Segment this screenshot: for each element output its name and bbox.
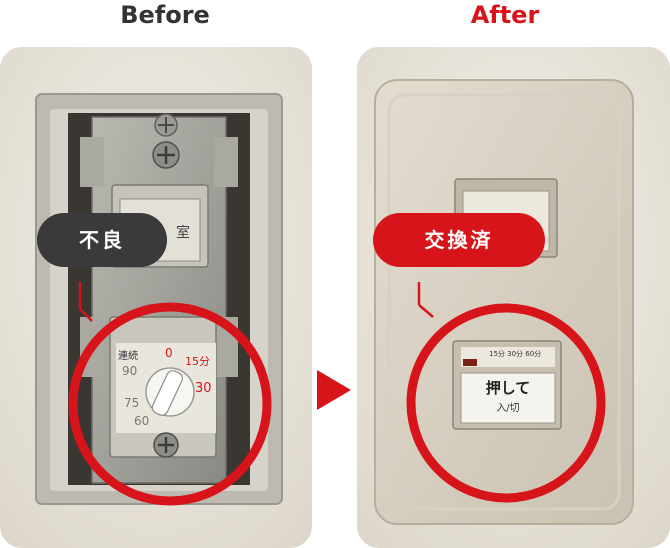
right-arrow-icon <box>317 370 351 410</box>
timer-label-renzoku: 連続 <box>118 349 138 362</box>
after-button-main-label: 押して <box>486 379 531 397</box>
before-switch-character: 室 <box>176 224 190 241</box>
before-photo: 室 連続 90 75 60 0 15分 30 <box>0 47 312 548</box>
timer-label-75: 75 <box>124 396 139 410</box>
timer-label-15: 15分 <box>185 355 210 368</box>
timer-label-90: 90 <box>122 364 137 378</box>
after-heading: After <box>470 1 540 29</box>
after-status-tag: 交換済 <box>373 213 545 267</box>
timer-label-30: 30 <box>195 381 212 396</box>
after-button-sub-label: 入/切 <box>496 402 519 414</box>
timer-label-60: 60 <box>134 414 149 428</box>
before-heading: Before <box>120 1 210 29</box>
after-switch-illustration: 15分 30分 60分 押して 入/切 <box>357 47 670 548</box>
timer-label-0: 0 <box>165 346 173 360</box>
after-photo: 15分 30分 60分 押して 入/切 <box>357 47 670 548</box>
before-switch-illustration: 室 連続 90 75 60 0 15分 30 <box>0 47 312 548</box>
after-timer-marks: 15分 30分 60分 <box>489 349 541 358</box>
before-status-tag: 不良 <box>37 213 167 267</box>
